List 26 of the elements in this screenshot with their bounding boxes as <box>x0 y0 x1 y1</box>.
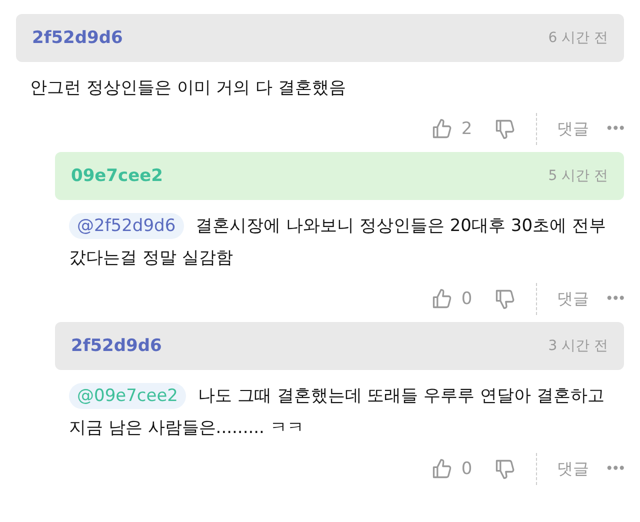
thumbs-up-icon[interactable] <box>431 118 454 140</box>
like-count: 0 <box>461 459 472 479</box>
mention-link[interactable]: @09e7cee2 <box>69 383 186 409</box>
timestamp: 3 시간 전 <box>548 337 608 355</box>
more-options[interactable]: ••• <box>605 121 624 137</box>
timestamp: 5 시간 전 <box>548 167 608 185</box>
like-count: 2 <box>461 119 472 139</box>
reply-link[interactable]: 댓글 <box>557 118 590 140</box>
author-name[interactable]: 09e7cee2 <box>71 166 163 186</box>
like-count: 0 <box>461 289 472 309</box>
comment-text: 안그런 정상인들은 이미 거의 다 결혼했음 <box>29 77 348 100</box>
thumbs-up-icon[interactable] <box>431 458 454 480</box>
thumbs-down-icon[interactable] <box>494 288 516 310</box>
more-options[interactable]: ••• <box>605 291 624 307</box>
comment-text: @09e7cee2 나도 그때 결혼했는데 또래들 우루루 연달아 결혼하고 지금 남은 사람들은......... ㅋㅋ <box>55 370 610 444</box>
comment-text: @2f52d9d6 결혼시장에 나와보니 정상인들은 20대후 30초에 전부 갔다는걸 정말 실감함 <box>55 200 610 274</box>
timestamp: 6 시간 전 <box>548 29 608 47</box>
more-options[interactable]: ••• <box>605 461 624 477</box>
mention-link[interactable]: @2f52d9d6 <box>69 213 184 239</box>
thumbs-down-icon[interactable] <box>494 118 516 140</box>
author-name[interactable]: 2f52d9d6 <box>32 28 123 48</box>
reply-link[interactable]: 댓글 <box>557 288 590 310</box>
author-name[interactable]: 2f52d9d6 <box>71 336 162 356</box>
thumbs-down-icon[interactable] <box>494 458 516 480</box>
thumbs-up-icon[interactable] <box>431 288 454 310</box>
reply-link[interactable]: 댓글 <box>557 458 590 480</box>
